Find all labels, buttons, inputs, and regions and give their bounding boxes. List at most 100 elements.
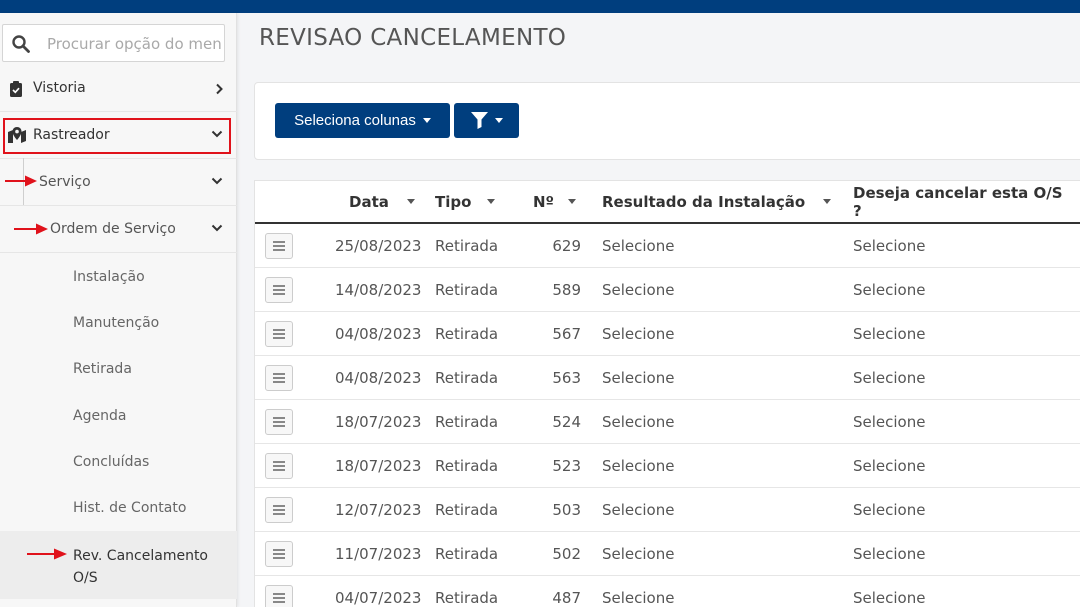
menu-line (273, 337, 285, 339)
cell-cancelar[interactable]: Selecione (853, 501, 925, 519)
cell-numero: 487 (552, 589, 581, 607)
cell-tipo: Retirada (435, 545, 499, 563)
table-row[interactable]: 12/07/2023 Retirada 503 Selecione Selecione (255, 488, 1080, 532)
chevron-right-icon (216, 83, 223, 95)
sort-caret-icon[interactable] (406, 199, 415, 204)
row-menu-icon[interactable] (265, 585, 293, 607)
sidebar-item-label: Retirada (73, 361, 132, 377)
column-header-label: Data (349, 192, 389, 211)
table-row[interactable]: 18/07/2023 Retirada 524 Selecione Selecione (255, 400, 1080, 444)
row-menu-icon[interactable] (265, 321, 293, 347)
rev-cancelamento-line2: O/S (73, 570, 98, 586)
sidebar-item-retirada[interactable]: Retirada (0, 346, 237, 392)
menu-line (273, 513, 285, 515)
sort-caret-icon[interactable] (568, 199, 577, 204)
red-arrow-icon (5, 175, 37, 187)
cell-tipo: Retirada (435, 501, 499, 519)
select-columns-label: Seleciona colunas (294, 112, 416, 129)
menu-line (273, 553, 285, 555)
cell-tipo: Retirada (435, 237, 499, 255)
cell-cancelar[interactable]: Selecione (853, 457, 925, 475)
sidebar-item-concluidas[interactable]: Concluídas (0, 439, 237, 485)
cell-cancelar[interactable]: Selecione (853, 589, 925, 607)
cell-cancelar[interactable]: Selecione (853, 545, 925, 563)
search-input[interactable] (47, 33, 223, 55)
menu-line (273, 505, 285, 507)
table-row[interactable]: 18/07/2023 Retirada 523 Selecione Selecione (255, 444, 1080, 488)
column-header-cancelar[interactable]: Deseja cancelar esta O/S ? (853, 181, 1080, 222)
red-arrow-icon (14, 223, 48, 235)
row-menu-icon[interactable] (265, 497, 293, 523)
table-row[interactable]: 11/07/2023 Retirada 502 Selecione Selecione (255, 532, 1080, 576)
cell-cancelar[interactable]: Selecione (853, 369, 925, 387)
row-menu-icon[interactable] (265, 365, 293, 391)
cell-cancelar[interactable]: Selecione (853, 325, 925, 343)
column-header-label: Nº (533, 192, 555, 211)
sidebar-item-instalacao[interactable]: Instalação (0, 254, 237, 300)
sidebar-item-rev-cancelamento[interactable]: Rev. Cancelamento O/S (0, 531, 237, 599)
cell-cancelar[interactable]: Selecione (853, 237, 925, 255)
sidebar-item-hist-contato[interactable]: Hist. de Contato (0, 485, 237, 531)
cell-resultado[interactable]: Selecione (602, 325, 674, 343)
cell-resultado[interactable]: Selecione (602, 589, 674, 607)
cell-data: 18/07/2023 (335, 413, 422, 431)
row-menu-icon[interactable] (265, 409, 293, 435)
column-header-resultado[interactable]: Resultado da Instalação (602, 181, 832, 222)
filter-button[interactable] (454, 103, 519, 138)
cell-data: 04/08/2023 (335, 369, 422, 387)
table-row[interactable]: 04/08/2023 Retirada 567 Selecione Selecione (255, 312, 1080, 356)
cell-numero: 589 (552, 281, 581, 299)
cell-tipo: Retirada (435, 589, 499, 607)
row-menu-icon[interactable] (265, 233, 293, 259)
cell-cancelar[interactable]: Selecione (853, 281, 925, 299)
cell-numero: 629 (552, 237, 581, 255)
sort-caret-icon[interactable] (823, 199, 832, 204)
menu-line (273, 465, 285, 467)
cell-numero: 502 (552, 545, 581, 563)
sidebar-item-agenda[interactable]: Agenda (0, 393, 237, 439)
column-header-label: Deseja cancelar esta O/S ? (853, 183, 1063, 220)
data-table: Data Tipo Nº Resultado da Instalação Des… (254, 180, 1080, 607)
chevron-down-icon (211, 177, 223, 185)
search-icon (12, 35, 30, 53)
cell-tipo: Retirada (435, 281, 499, 299)
row-menu-icon[interactable] (265, 453, 293, 479)
cell-numero: 567 (552, 325, 581, 343)
page-title: REVISAO CANCELAMENTO (259, 25, 567, 51)
row-menu-icon[interactable] (265, 277, 293, 303)
cell-resultado[interactable]: Selecione (602, 281, 674, 299)
table-row[interactable]: 04/07/2023 Retirada 487 Selecione Selecione (255, 576, 1080, 607)
menu-line (273, 293, 285, 295)
column-header-tipo[interactable]: Tipo (435, 181, 496, 222)
cell-data: 25/08/2023 (335, 237, 422, 255)
menu-line (273, 425, 285, 427)
cell-cancelar[interactable]: Selecione (853, 413, 925, 431)
row-menu-icon[interactable] (265, 541, 293, 567)
menu-line (273, 381, 285, 383)
sidebar-item-vistoria[interactable]: Vistoria (0, 66, 237, 112)
table-row[interactable]: 14/08/2023 Retirada 589 Selecione Selecione (255, 268, 1080, 312)
cell-tipo: Retirada (435, 413, 499, 431)
caret-down-icon (494, 118, 503, 123)
column-header-label: Tipo (435, 192, 472, 211)
column-header-data[interactable]: Data (349, 181, 415, 222)
cell-resultado[interactable]: Selecione (602, 545, 674, 563)
cell-resultado[interactable]: Selecione (602, 457, 674, 475)
menu-line (273, 461, 285, 463)
rev-cancelamento-line1: Rev. Cancelamento (73, 548, 208, 564)
sidebar-item-manutencao[interactable]: Manutenção (0, 300, 237, 346)
table-row[interactable]: 25/08/2023 Retirada 629 Selecione Selecione (255, 224, 1080, 268)
red-arrow-icon (27, 548, 67, 560)
menu-line (273, 421, 285, 423)
cell-data: 04/08/2023 (335, 325, 422, 343)
cell-resultado[interactable]: Selecione (602, 369, 674, 387)
cell-resultado[interactable]: Selecione (602, 237, 674, 255)
cell-resultado[interactable]: Selecione (602, 413, 674, 431)
menu-line (273, 289, 285, 291)
column-header-numero[interactable]: Nº (533, 181, 577, 222)
sort-caret-icon[interactable] (487, 199, 496, 204)
select-columns-button[interactable]: Seleciona colunas (275, 103, 450, 138)
table-row[interactable]: 04/08/2023 Retirada 563 Selecione Selecione (255, 356, 1080, 400)
cell-resultado[interactable]: Selecione (602, 501, 674, 519)
column-header-label: Resultado da Instalação (602, 192, 806, 211)
